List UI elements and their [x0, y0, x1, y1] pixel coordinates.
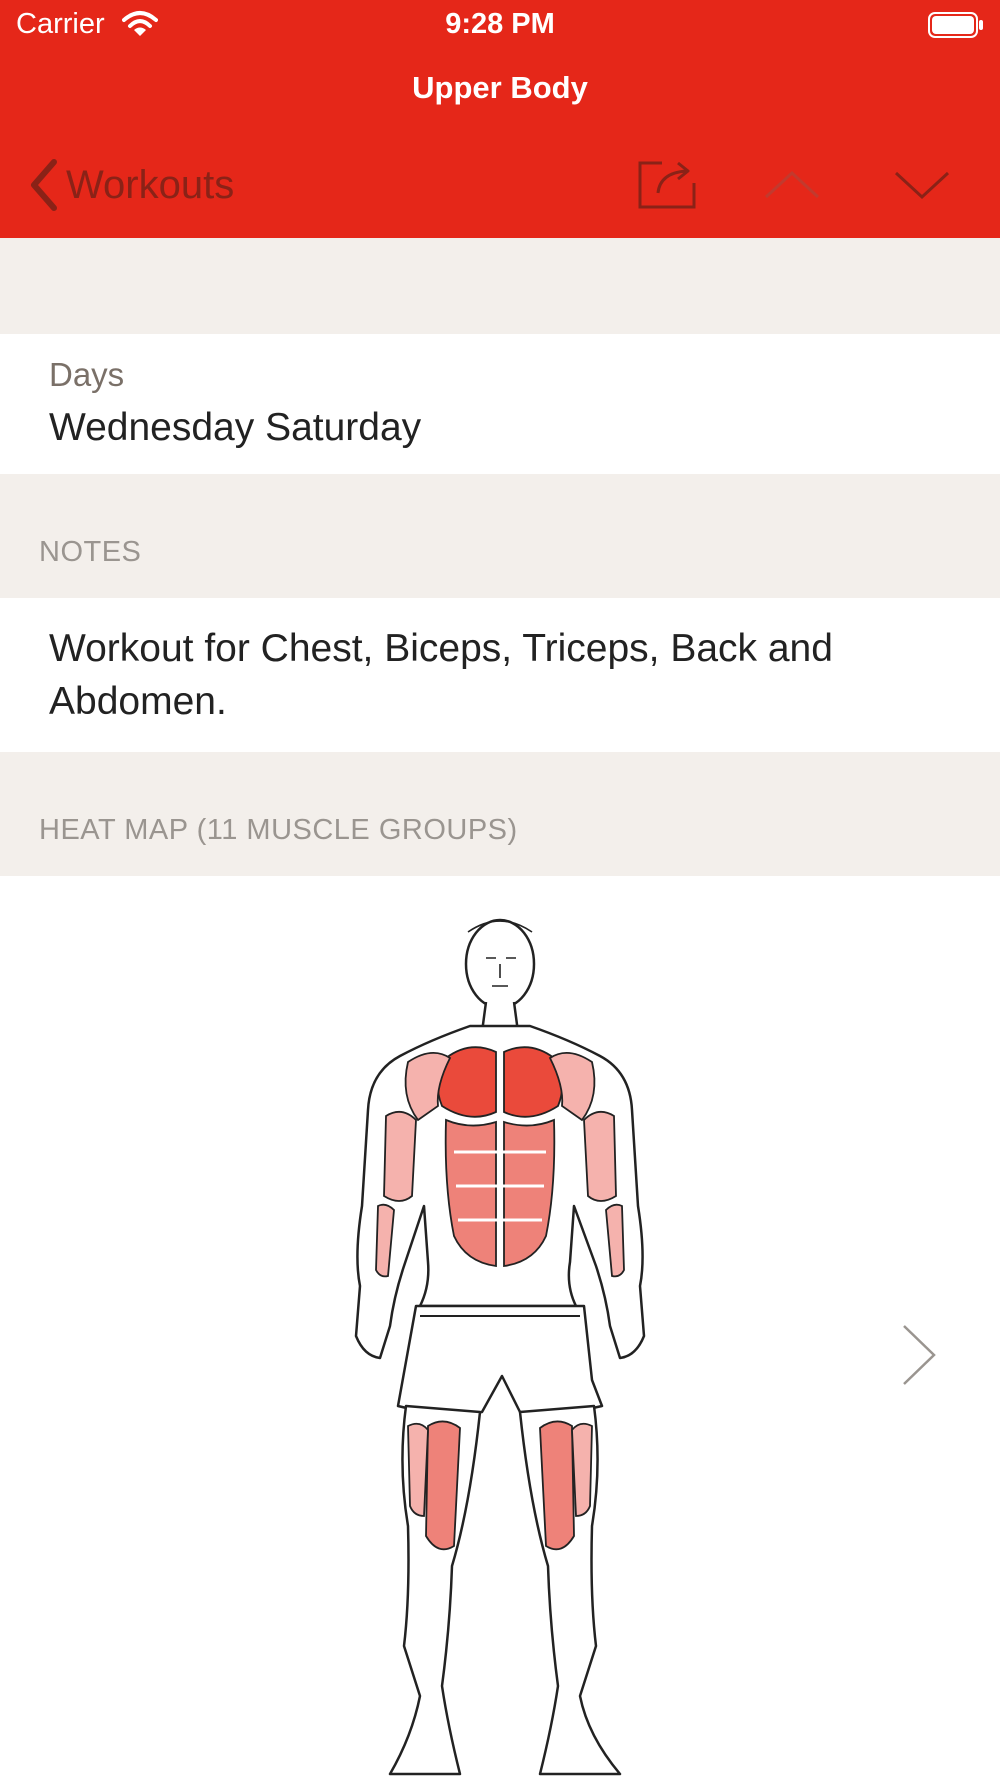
- days-value: Wednesday Saturday: [49, 406, 422, 449]
- notes-section-header: NOTES: [39, 536, 142, 568]
- page-title: Upper Body: [412, 70, 588, 105]
- battery-icon: [928, 12, 983, 38]
- status-time: 9:28 PM: [445, 8, 555, 40]
- muscle-heat-map-figure: [354, 918, 646, 1776]
- back-button[interactable]: Workouts: [26, 150, 234, 220]
- share-button[interactable]: [630, 150, 704, 220]
- days-row[interactable]: Days Wednesday Saturday: [0, 334, 1000, 474]
- previous-button[interactable]: [762, 150, 822, 220]
- days-label: Days: [49, 356, 125, 393]
- next-button[interactable]: [892, 150, 952, 220]
- notes-text: Workout for Chest, Biceps, Triceps, Back…: [49, 627, 833, 723]
- share-icon: [638, 161, 696, 209]
- chevron-left-icon: [31, 159, 57, 211]
- heat-map-view: [0, 876, 1000, 1778]
- back-button-label: Workouts: [66, 162, 235, 207]
- chevron-right-icon[interactable]: [896, 1320, 942, 1390]
- chevron-up-icon: [764, 170, 820, 199]
- chevron-down-icon: [894, 171, 950, 200]
- status-bar: Carrier 9:28 PM: [0, 0, 1000, 54]
- heat-map-section-header: HEAT MAP (11 MUSCLE GROUPS): [39, 814, 518, 846]
- navigation-header: Carrier 9:28 PM Upper Body Workouts: [0, 0, 1000, 238]
- notes-row[interactable]: Workout for Chest, Biceps, Triceps, Back…: [0, 598, 1000, 752]
